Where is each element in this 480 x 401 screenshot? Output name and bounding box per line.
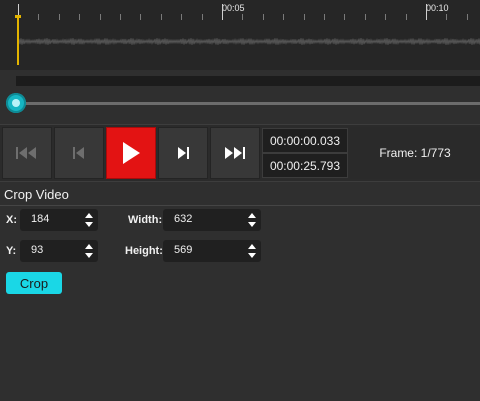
- spin-arrows-icon[interactable]: [245, 210, 259, 230]
- spin-arrows-icon[interactable]: [82, 241, 96, 261]
- step-forward-button[interactable]: [158, 127, 208, 179]
- ruler-tick: [140, 14, 141, 20]
- ruler-tick: [202, 14, 203, 20]
- width-label: Width:: [128, 214, 163, 226]
- ruler-tick: [283, 14, 284, 20]
- ruler-tick: [38, 14, 39, 20]
- frame-counter: Frame: 1/773: [350, 127, 480, 179]
- ruler-tick: [59, 14, 60, 20]
- y-label: Y:: [6, 245, 17, 257]
- x-value[interactable]: 184: [31, 213, 49, 225]
- ruler-tick: [120, 14, 121, 20]
- height-value[interactable]: 569: [174, 244, 192, 256]
- width-value[interactable]: 632: [174, 213, 192, 225]
- ruler-tick: [385, 14, 386, 20]
- current-time-display: 00:00:00.033: [262, 128, 348, 153]
- ruler-tick: [344, 14, 345, 20]
- tick-label-5s: 00:05: [222, 3, 245, 13]
- seek-slider-knob[interactable]: [6, 93, 26, 113]
- y-value[interactable]: 93: [31, 244, 43, 256]
- height-spinbox[interactable]: 569: [163, 240, 261, 262]
- step-back-icon: [73, 147, 84, 159]
- transport-bar: 00:00:00.033 00:00:25.793 Frame: 1/773: [0, 124, 480, 182]
- crop-section-header: Crop Video: [0, 184, 480, 206]
- time-ruler: 00:05 00:10: [0, 0, 480, 20]
- ruler-tick: [263, 14, 264, 20]
- ruler-tick: [181, 14, 182, 20]
- timeline-track-bar[interactable]: [16, 76, 480, 86]
- ruler-tick: [446, 14, 447, 20]
- ruler-tick: [242, 14, 243, 20]
- ruler-tick: [100, 14, 101, 20]
- ruler-tick: [467, 14, 468, 20]
- spin-arrows-icon[interactable]: [245, 241, 259, 261]
- play-icon: [123, 142, 140, 164]
- ruler-tick: [365, 14, 366, 20]
- skip-to-end-icon: [225, 147, 245, 159]
- x-spinbox[interactable]: 184: [20, 209, 98, 231]
- play-button[interactable]: [106, 127, 156, 179]
- ruler-tick: [161, 14, 162, 20]
- playhead[interactable]: [17, 15, 19, 65]
- skip-to-start-icon: [16, 147, 36, 159]
- ruler-tick: [426, 4, 427, 20]
- crop-button[interactable]: Crop: [6, 272, 62, 294]
- spin-arrows-icon[interactable]: [82, 210, 96, 230]
- ruler-tick: [406, 14, 407, 20]
- ruler-tick: [79, 14, 80, 20]
- y-spinbox[interactable]: 93: [20, 240, 98, 262]
- audio-waveform: [17, 38, 480, 45]
- tick-label-10s: 00:10: [426, 3, 449, 13]
- skip-to-start-button[interactable]: [2, 127, 52, 179]
- height-label: Height:: [125, 245, 163, 257]
- ruler-tick: [324, 14, 325, 20]
- timeline[interactable]: 00:05 00:10: [0, 0, 480, 70]
- seek-slider-track[interactable]: [16, 102, 480, 105]
- total-time-display: 00:00:25.793: [262, 153, 348, 178]
- step-forward-icon: [178, 147, 189, 159]
- skip-to-end-button[interactable]: [210, 127, 260, 179]
- x-label: X:: [6, 214, 17, 226]
- ruler-tick: [304, 14, 305, 20]
- width-spinbox[interactable]: 632: [163, 209, 261, 231]
- step-back-button[interactable]: [54, 127, 104, 179]
- ruler-tick: [222, 4, 223, 20]
